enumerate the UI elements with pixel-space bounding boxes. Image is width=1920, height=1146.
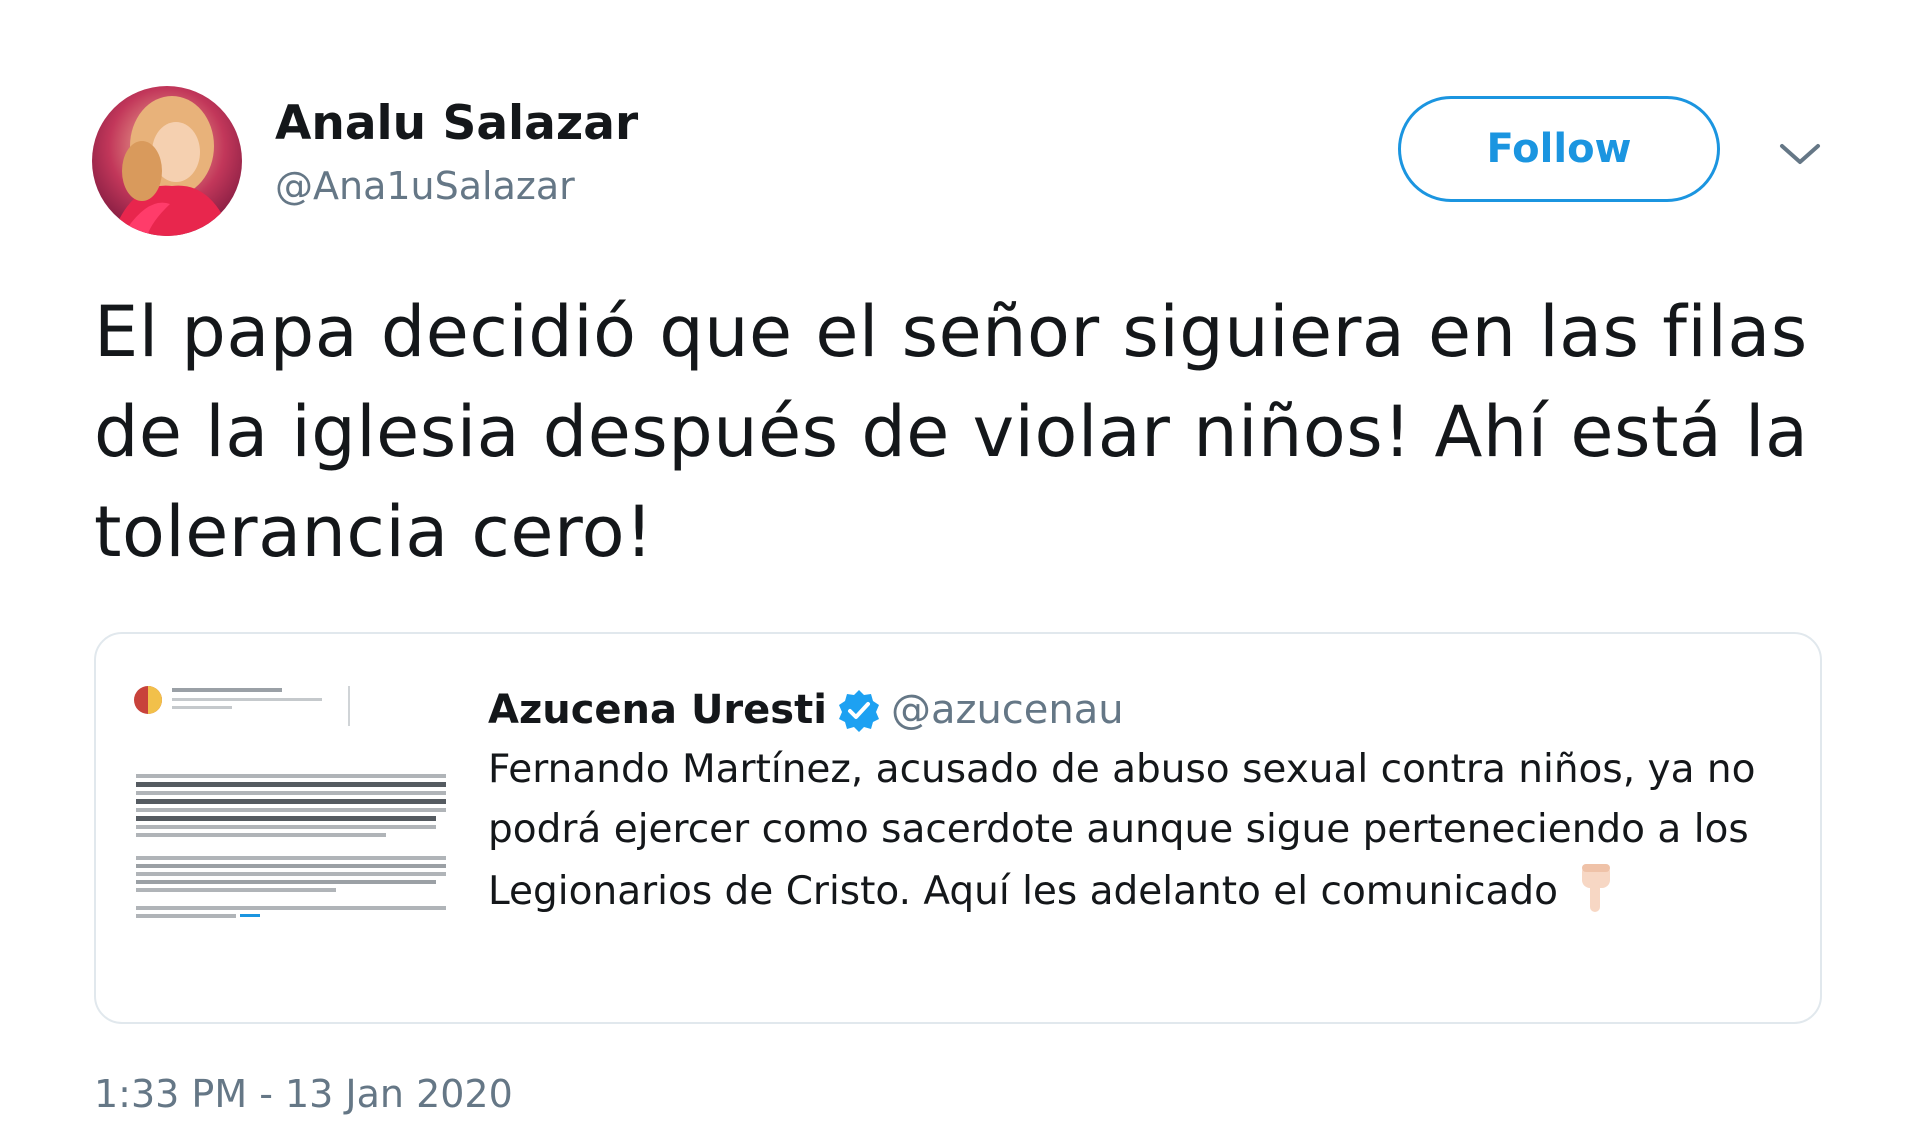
- chevron-down-icon[interactable]: [1778, 140, 1822, 168]
- quoted-text: Fernando Martínez, acusado de abuso sexu…: [488, 740, 1788, 922]
- profile-photo-icon: [92, 86, 242, 236]
- quoted-author: Azucena Uresti @azucenau: [488, 682, 1124, 738]
- tweet-card: Analu Salazar @Ana1uSalazar Follow El pa…: [0, 0, 1920, 1146]
- follow-button[interactable]: Follow: [1398, 96, 1720, 202]
- tweet-timestamp[interactable]: 1:33 PM - 13 Jan 2020: [94, 1072, 513, 1116]
- quoted-display-name[interactable]: Azucena Uresti: [488, 687, 827, 733]
- avatar[interactable]: [92, 86, 242, 236]
- quoted-text-content: Fernando Martínez, acusado de abuso sexu…: [488, 747, 1756, 914]
- quoted-tweet[interactable]: Azucena Uresti @azucenau Fernando Martín…: [94, 632, 1822, 1024]
- author-handle[interactable]: @Ana1uSalazar: [275, 164, 575, 208]
- quoted-handle[interactable]: @azucenau: [891, 687, 1124, 733]
- author-display-name[interactable]: Analu Salazar: [275, 96, 638, 151]
- pointing-down-hand-icon: [1582, 864, 1611, 912]
- verified-badge-icon: [838, 690, 879, 732]
- tweet-text: El papa decidió que el señor siguiera en…: [94, 291, 1809, 573]
- document-thumbnail: [132, 670, 452, 960]
